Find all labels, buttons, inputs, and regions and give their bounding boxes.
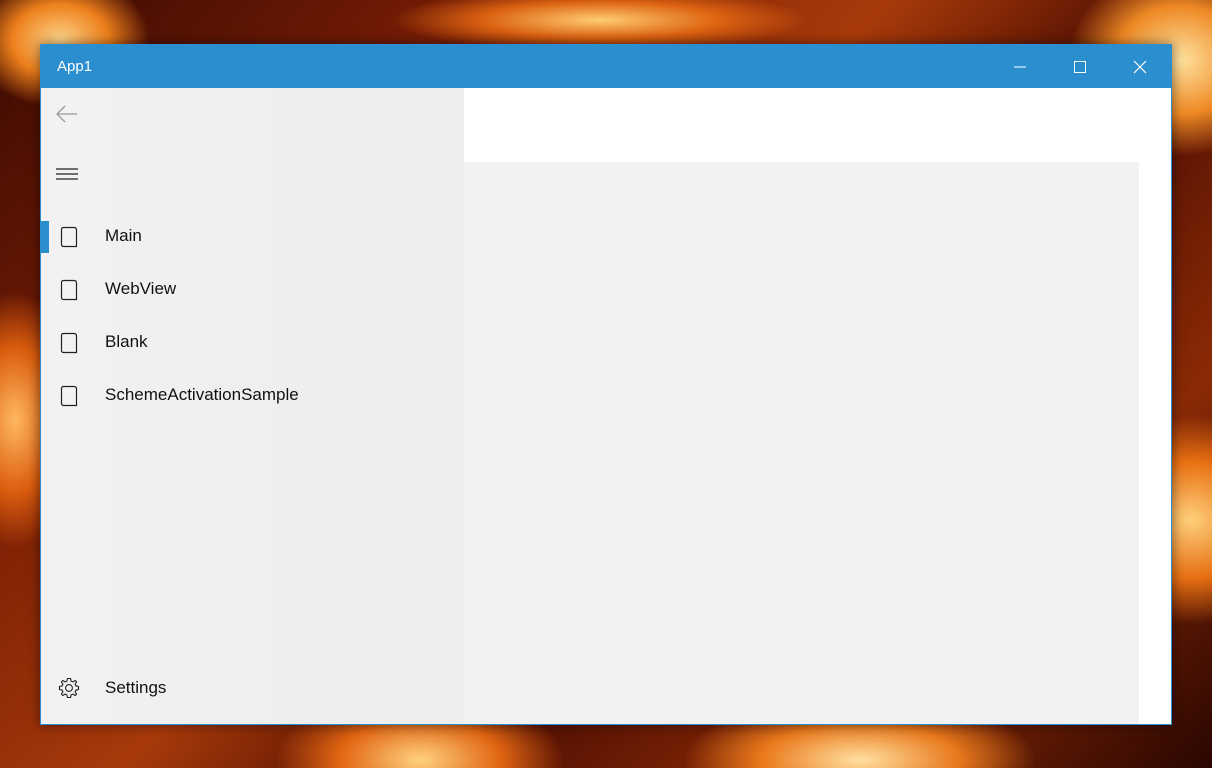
content-margin xyxy=(1139,88,1171,724)
back-button[interactable] xyxy=(41,88,93,140)
page-icon xyxy=(60,332,78,354)
nav-item-label: WebView xyxy=(105,279,177,298)
title-bar[interactable]: App1 xyxy=(41,45,1171,88)
page-icon xyxy=(60,226,78,248)
nav-item-label: Main xyxy=(105,226,142,245)
selection-indicator xyxy=(41,221,49,253)
nav-item-main[interactable]: Main xyxy=(41,212,464,262)
nav-item-scheme-activation-sample[interactable]: SchemeActivationSample xyxy=(41,371,464,421)
content-header xyxy=(464,88,1139,162)
minimize-icon xyxy=(1014,66,1026,67)
hamburger-menu-button[interactable] xyxy=(41,148,93,200)
nav-item-blank[interactable]: Blank xyxy=(41,318,464,368)
hamburger-icon xyxy=(56,168,78,180)
back-arrow-icon xyxy=(56,105,77,123)
window-title: App1 xyxy=(57,58,93,75)
nav-item-label: Blank xyxy=(105,332,148,351)
app-window: App1 Main WebView Blank SchemeActivation… xyxy=(40,44,1172,725)
maximize-button[interactable] xyxy=(1050,45,1110,88)
page-icon xyxy=(60,279,78,301)
nav-item-webview[interactable]: WebView xyxy=(41,265,464,315)
maximize-icon xyxy=(1074,60,1086,73)
settings-label: Settings xyxy=(105,678,167,697)
nav-item-label: SchemeActivationSample xyxy=(105,385,299,404)
nav-item-settings[interactable]: Settings xyxy=(41,664,464,714)
gear-icon xyxy=(58,677,80,699)
close-button[interactable] xyxy=(1110,45,1170,88)
close-icon xyxy=(1133,60,1147,73)
page-icon xyxy=(60,385,78,407)
content-frame xyxy=(464,162,1139,724)
minimize-button[interactable] xyxy=(990,45,1050,88)
